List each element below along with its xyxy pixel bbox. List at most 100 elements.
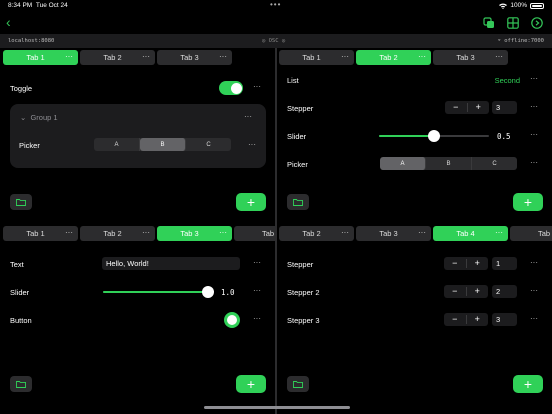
tab-2[interactable]: Tab 2 ··· — [279, 226, 354, 241]
picker-option-a[interactable]: A — [380, 157, 426, 170]
stepper-2-value[interactable]: 2 — [492, 285, 517, 298]
stepper-3-value[interactable]: 3 — [492, 313, 517, 326]
more-icon[interactable]: ··· — [253, 314, 261, 323]
tab-more-icon[interactable]: ··· — [65, 52, 73, 61]
increment-button[interactable]: + — [467, 285, 489, 298]
decrement-button[interactable]: − — [444, 313, 466, 326]
tab-more-icon[interactable]: ··· — [142, 228, 150, 237]
tab-more-icon[interactable]: ··· — [341, 228, 349, 237]
tab-2[interactable]: Tab 2 ··· — [80, 226, 155, 241]
copy-icon[interactable] — [482, 16, 496, 30]
picker-option-b[interactable]: B — [140, 138, 186, 151]
more-icon[interactable]: ··· — [530, 314, 538, 323]
slider-fill — [379, 135, 434, 137]
tab-more-icon[interactable]: ··· — [418, 228, 426, 237]
play-circle-icon[interactable] — [530, 16, 544, 30]
list-value[interactable]: Second — [495, 76, 520, 85]
picker-option-b[interactable]: B — [426, 157, 472, 170]
folder-icon — [293, 381, 303, 388]
folder-button[interactable] — [287, 376, 309, 392]
slider-thumb[interactable] — [428, 130, 440, 142]
text-row: Text Hello, World! ··· — [10, 257, 267, 271]
folder-button[interactable] — [287, 194, 309, 210]
picker-option-c[interactable]: C — [472, 157, 517, 170]
tab-more-icon[interactable]: ··· — [495, 228, 503, 237]
tab-more-icon[interactable]: ··· — [65, 228, 73, 237]
stepper-row: Stepper − + 3 ··· — [287, 101, 544, 115]
stepper-value[interactable]: 1 — [492, 257, 517, 270]
action-button[interactable] — [224, 312, 240, 328]
tab-4[interactable]: Tab 4 ··· — [433, 226, 508, 241]
more-icon[interactable]: ··· — [530, 258, 538, 267]
tab-more-icon[interactable]: ··· — [495, 52, 503, 61]
more-icon[interactable]: ··· — [530, 130, 538, 139]
tab-more-icon[interactable]: ··· — [142, 52, 150, 61]
picker-option-a[interactable]: A — [94, 138, 140, 151]
more-icon[interactable]: ··· — [253, 82, 261, 91]
add-button[interactable]: + — [513, 375, 543, 393]
more-icon[interactable]: ··· — [253, 258, 261, 267]
more-icon[interactable]: ··· — [244, 112, 252, 121]
group-1: ⌄ Group 1 ··· Picker A B C ··· — [10, 104, 266, 168]
picker-segmented: A B C — [380, 157, 517, 170]
tab-more-icon[interactable]: ··· — [341, 52, 349, 61]
back-chevron-icon[interactable]: ‹ — [6, 15, 11, 29]
increment-button[interactable]: + — [467, 313, 489, 326]
add-button[interactable]: + — [236, 375, 266, 393]
battery-icon — [530, 2, 544, 9]
tab-2[interactable]: Tab 2 ··· — [356, 50, 431, 65]
more-icon[interactable]: ··· — [248, 140, 256, 149]
tab-2[interactable]: Tab 2 ··· — [80, 50, 155, 65]
tab-4[interactable]: Tab — [234, 226, 275, 241]
decrement-button[interactable]: − — [445, 101, 467, 114]
increment-button[interactable]: + — [467, 257, 489, 270]
more-icon[interactable]: ··· — [530, 286, 538, 295]
tab-more-icon[interactable]: ··· — [219, 52, 227, 61]
text-field[interactable]: Hello, World! — [102, 257, 240, 270]
tab-5[interactable]: Tab — [510, 226, 552, 241]
stepper-3-row: Stepper 3 − + 3 ··· — [287, 313, 544, 327]
more-icon[interactable]: ··· — [253, 286, 261, 295]
decrement-button[interactable]: − — [444, 285, 466, 298]
pane-bottom-left: Tab 1 ··· Tab 2 ··· Tab 3 ··· Tab Text Hell… — [0, 224, 275, 405]
tab-3[interactable]: Tab 3 ··· — [433, 50, 508, 65]
tab-3[interactable]: Tab 3 ··· — [356, 226, 431, 241]
tab-bar: Tab 2 ··· Tab 3 ··· Tab 4 ··· Tab — [277, 226, 552, 242]
list-row[interactable]: List Second ··· — [287, 73, 544, 87]
slider-track[interactable] — [379, 130, 489, 142]
slider-value: 0.5 — [497, 132, 511, 141]
stepper-2-control: − + — [444, 285, 488, 298]
add-button[interactable]: + — [236, 193, 266, 211]
more-icon[interactable]: ··· — [530, 74, 538, 83]
status-bar: 8:34 PM Tue Oct 24 ••• 100% — [0, 0, 552, 12]
tab-1[interactable]: Tab 1 ··· — [3, 226, 78, 241]
increment-button[interactable]: + — [468, 101, 490, 114]
grid-layout-icon[interactable] — [506, 16, 520, 30]
folder-button[interactable] — [10, 194, 32, 210]
tab-3[interactable]: Tab 3 ··· — [157, 226, 232, 241]
group-title[interactable]: ⌄ Group 1 — [20, 113, 58, 122]
tab-3[interactable]: Tab 3 ··· — [157, 50, 232, 65]
stepper-value[interactable]: 3 — [492, 101, 517, 114]
tab-1[interactable]: Tab 1 ··· — [3, 50, 78, 65]
decrement-button[interactable]: − — [444, 257, 466, 270]
tab-more-icon[interactable]: ··· — [418, 52, 426, 61]
home-indicator[interactable] — [204, 406, 350, 409]
slider-track[interactable] — [103, 286, 214, 298]
slider-row: Slider 1.0 ··· — [10, 285, 267, 299]
more-icon[interactable]: ··· — [530, 102, 538, 111]
add-button[interactable]: + — [513, 193, 543, 211]
picker-option-c[interactable]: C — [186, 138, 231, 151]
multitasking-dots[interactable]: ••• — [270, 0, 281, 9]
toggle-switch[interactable] — [219, 81, 243, 95]
pane-top-right: Tab 1 ··· Tab 2 ··· Tab 3 ··· List Second ·… — [277, 48, 552, 229]
slider-value: 1.0 — [221, 288, 235, 297]
slider-thumb[interactable] — [202, 286, 214, 298]
tab-1[interactable]: Tab 1 ··· — [279, 50, 354, 65]
slider-label: Slider — [287, 131, 307, 141]
list-label: List — [287, 75, 299, 85]
tab-more-icon[interactable]: ··· — [219, 228, 227, 237]
folder-button[interactable] — [10, 376, 32, 392]
stepper-2-row: Stepper 2 − + 2 ··· — [287, 285, 544, 299]
more-icon[interactable]: ··· — [530, 158, 538, 167]
